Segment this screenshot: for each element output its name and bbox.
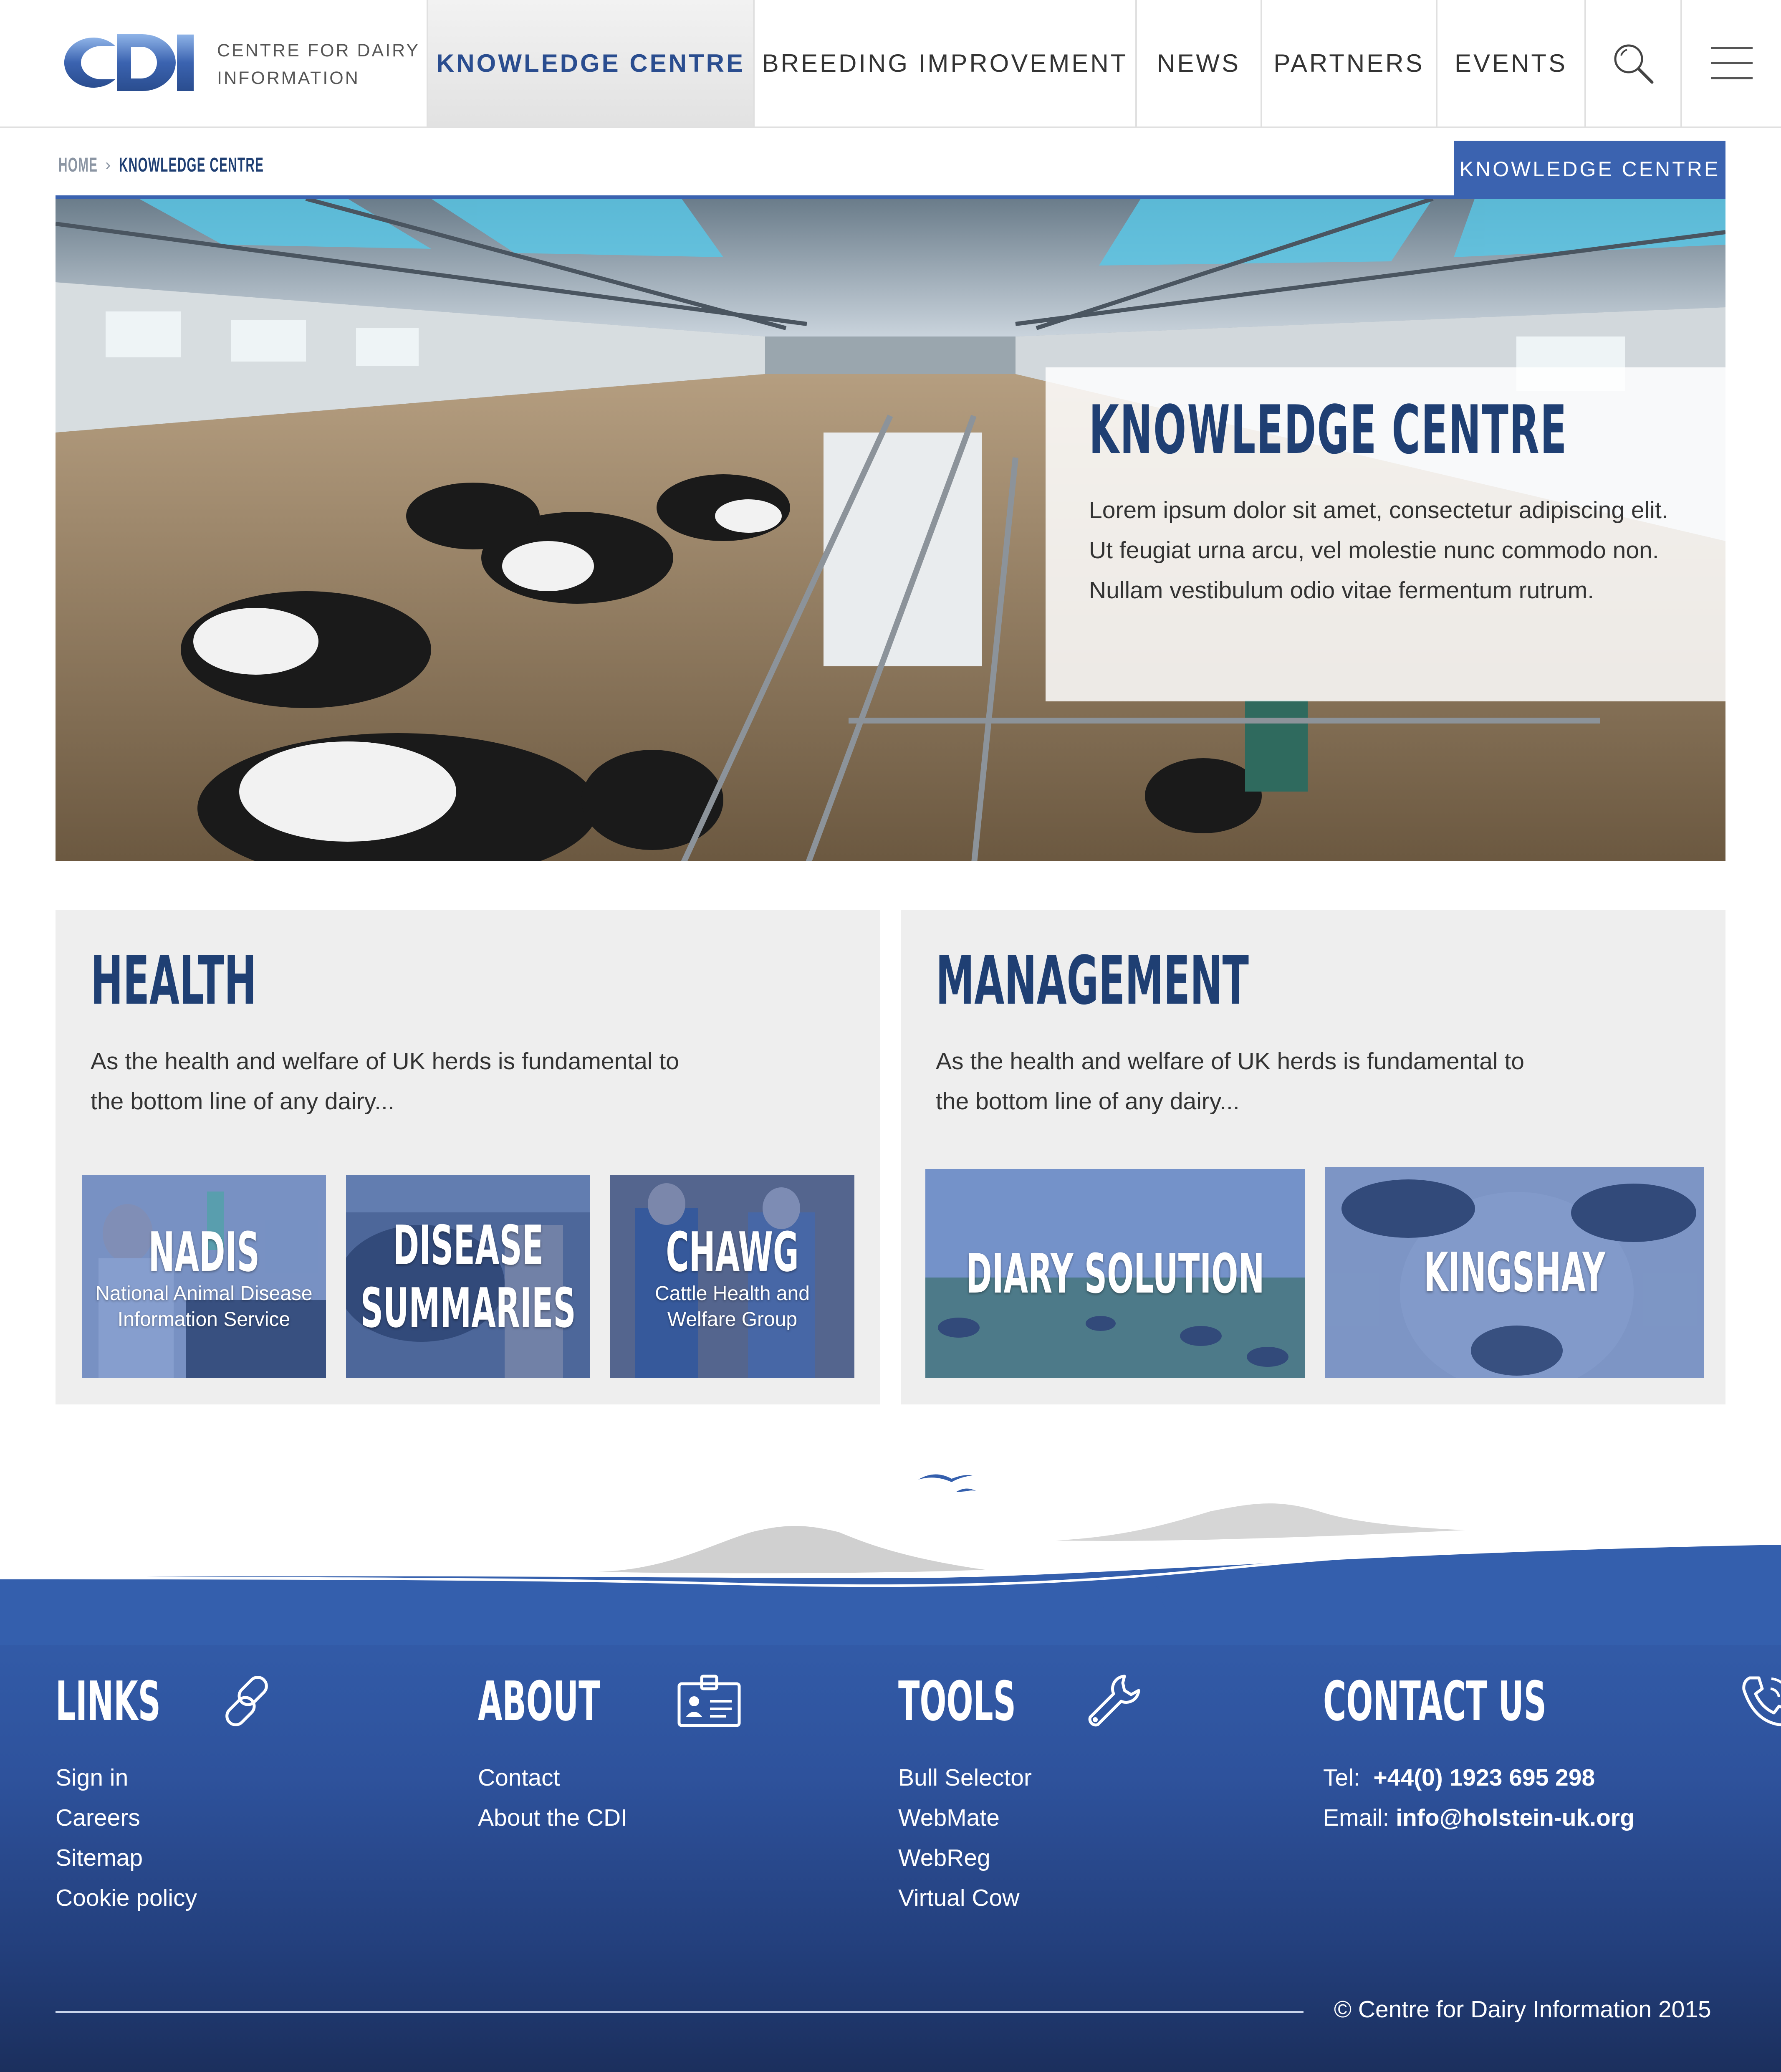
nav-label: EVENTS <box>1454 49 1568 77</box>
management-panel: MANAGEMENT As the health and welfare of … <box>901 910 1725 1404</box>
tile-content: NADIS National Animal Disease Informatio… <box>82 1175 326 1378</box>
tile-content: DISEASE SUMMARIES <box>346 1175 590 1378</box>
breadcrumb-chevron-icon: › <box>105 155 111 174</box>
health-panel: HEALTH As the health and welfare of UK h… <box>56 910 880 1404</box>
footer-link-webreg[interactable]: WebReg <box>898 1838 1143 1878</box>
menu-button[interactable] <box>1680 0 1781 126</box>
nav-label: NEWS <box>1157 49 1240 77</box>
landscape-illustration <box>0 1474 1781 1645</box>
footer-link-cookie-policy[interactable]: Cookie policy <box>56 1878 278 1918</box>
nav-item-news[interactable]: NEWS <box>1135 0 1261 126</box>
health-description: As the health and welfare of UK herds is… <box>91 1048 679 1115</box>
footer-link-sitemap[interactable]: Sitemap <box>56 1838 278 1878</box>
footer-telephone: Tel: +44(0) 1923 695 298 <box>1323 1758 1781 1798</box>
footer-about-title: ABOUT <box>478 1670 600 1733</box>
footer-contact-column: CONTACT US Tel: +44(0) 1923 695 298 Emai… <box>1323 1666 1781 1838</box>
footer-tools-title: TOOLS <box>898 1670 1016 1733</box>
tel-label: Tel: <box>1323 1764 1360 1791</box>
footer-links-column: LINKS Sign in Careers Sitemap Cookie pol… <box>56 1666 278 1918</box>
nav-item-knowledge-centre[interactable]: KNOWLEDGE CENTRE <box>427 0 753 126</box>
nav-label: PARTNERS <box>1273 49 1425 77</box>
management-title: MANAGEMENT <box>936 941 1249 1020</box>
management-description: As the health and welfare of UK herds is… <box>936 1048 1524 1115</box>
footer-link-sign-in[interactable]: Sign in <box>56 1758 278 1798</box>
wrench-icon <box>1088 1675 1140 1727</box>
hero-banner: KNOWLEDGE CENTRE Lorem ipsum dolor sit a… <box>56 195 1725 861</box>
footer-link-careers[interactable]: Careers <box>56 1798 278 1838</box>
nav-label: KNOWLEDGE CENTRE <box>436 49 745 77</box>
logo-line-2: INFORMATION <box>217 68 360 88</box>
tile-content: DIARY SOLUTION <box>925 1169 1305 1378</box>
search-button[interactable] <box>1584 0 1680 126</box>
chawg-subtitle: Cattle Health and Welfare Group <box>655 1282 810 1331</box>
phone-icon <box>1742 1676 1781 1726</box>
nav-item-partners[interactable]: PARTNERS <box>1261 0 1436 126</box>
kingshay-title: KINGSHAY <box>1424 1241 1605 1304</box>
footer-email: Email: info@holstein-uk.org <box>1323 1798 1781 1838</box>
hero-title: KNOWLEDGE CENTRE <box>1089 391 1568 469</box>
logo-wordmark: CENTRE FOR DAIRY INFORMATION <box>217 37 420 92</box>
nav-item-breeding-improvement[interactable]: BREEDING IMPROVEMENT <box>753 0 1135 126</box>
diary-solution-title: DIARY SOLUTION <box>965 1242 1265 1305</box>
section-tag: KNOWLEDGE CENTRE <box>1454 141 1725 197</box>
copyright: © Centre for Dairy Information 2015 <box>1334 1996 1711 2023</box>
cdi-logo[interactable] <box>53 29 203 96</box>
disease-summaries-title-1: DISEASE <box>393 1213 543 1277</box>
footer-tools-column: TOOLS Bull Selector WebMate WebReg Virtu… <box>898 1666 1143 1918</box>
email-label: Email: <box>1323 1804 1389 1831</box>
disease-summaries-title-2: SUMMARIES <box>360 1276 576 1340</box>
breadcrumb-current: KNOWLEDGE CENTRE <box>119 154 264 176</box>
footer-links-title: LINKS <box>56 1670 161 1733</box>
breadcrumb: HOME › KNOWLEDGE CENTRE <box>58 148 353 182</box>
tile-content: KINGSHAY <box>1325 1167 1704 1378</box>
footer-divider <box>56 2011 1304 2013</box>
disease-summaries-tile[interactable]: DISEASE SUMMARIES <box>346 1175 590 1378</box>
email-address[interactable]: info@holstein-uk.org <box>1396 1804 1634 1831</box>
footer-link-bull-selector[interactable]: Bull Selector <box>898 1758 1143 1798</box>
site-header: CENTRE FOR DAIRY INFORMATION KNOWLEDGE C… <box>0 0 1781 128</box>
nadis-title: NADIS <box>148 1220 260 1284</box>
hamburger-menu-icon <box>1710 47 1753 79</box>
hero-description: Lorem ipsum dolor sit amet, consectetur … <box>1089 497 1668 604</box>
kingshay-tile[interactable]: KINGSHAY <box>1325 1167 1704 1378</box>
chawg-tile[interactable]: CHAWG Cattle Health and Welfare Group <box>610 1175 854 1378</box>
id-card-icon <box>677 1675 741 1727</box>
chain-link-icon <box>225 1676 268 1726</box>
nadis-tile[interactable]: NADIS National Animal Disease Informatio… <box>82 1175 326 1378</box>
footer-link-about-the-cdi[interactable]: About the CDI <box>478 1798 743 1838</box>
search-icon <box>1614 44 1654 83</box>
nav-label: BREEDING IMPROVEMENT <box>762 49 1128 77</box>
chawg-title: CHAWG <box>666 1220 799 1284</box>
footer-link-webmate[interactable]: WebMate <box>898 1798 1143 1838</box>
nadis-subtitle: National Animal Disease Information Serv… <box>95 1282 313 1331</box>
logo-line-1: CENTRE FOR DAIRY <box>217 40 420 61</box>
footer-link-contact[interactable]: Contact <box>478 1758 743 1798</box>
diary-solution-tile[interactable]: DIARY SOLUTION <box>925 1169 1305 1378</box>
footer-link-virtual-cow[interactable]: Virtual Cow <box>898 1878 1143 1918</box>
nav-item-events[interactable]: EVENTS <box>1436 0 1584 126</box>
health-title: HEALTH <box>91 941 257 1020</box>
tile-content: CHAWG Cattle Health and Welfare Group <box>610 1175 854 1378</box>
hero-text-panel: KNOWLEDGE CENTRE Lorem ipsum dolor sit a… <box>1046 367 1725 701</box>
tel-number[interactable]: +44(0) 1923 695 298 <box>1373 1764 1595 1791</box>
breadcrumb-home-link[interactable]: HOME <box>58 154 98 177</box>
footer-contact-title: CONTACT US <box>1323 1670 1547 1733</box>
footer-about-column: ABOUT Contact About the CDI <box>478 1666 743 1838</box>
